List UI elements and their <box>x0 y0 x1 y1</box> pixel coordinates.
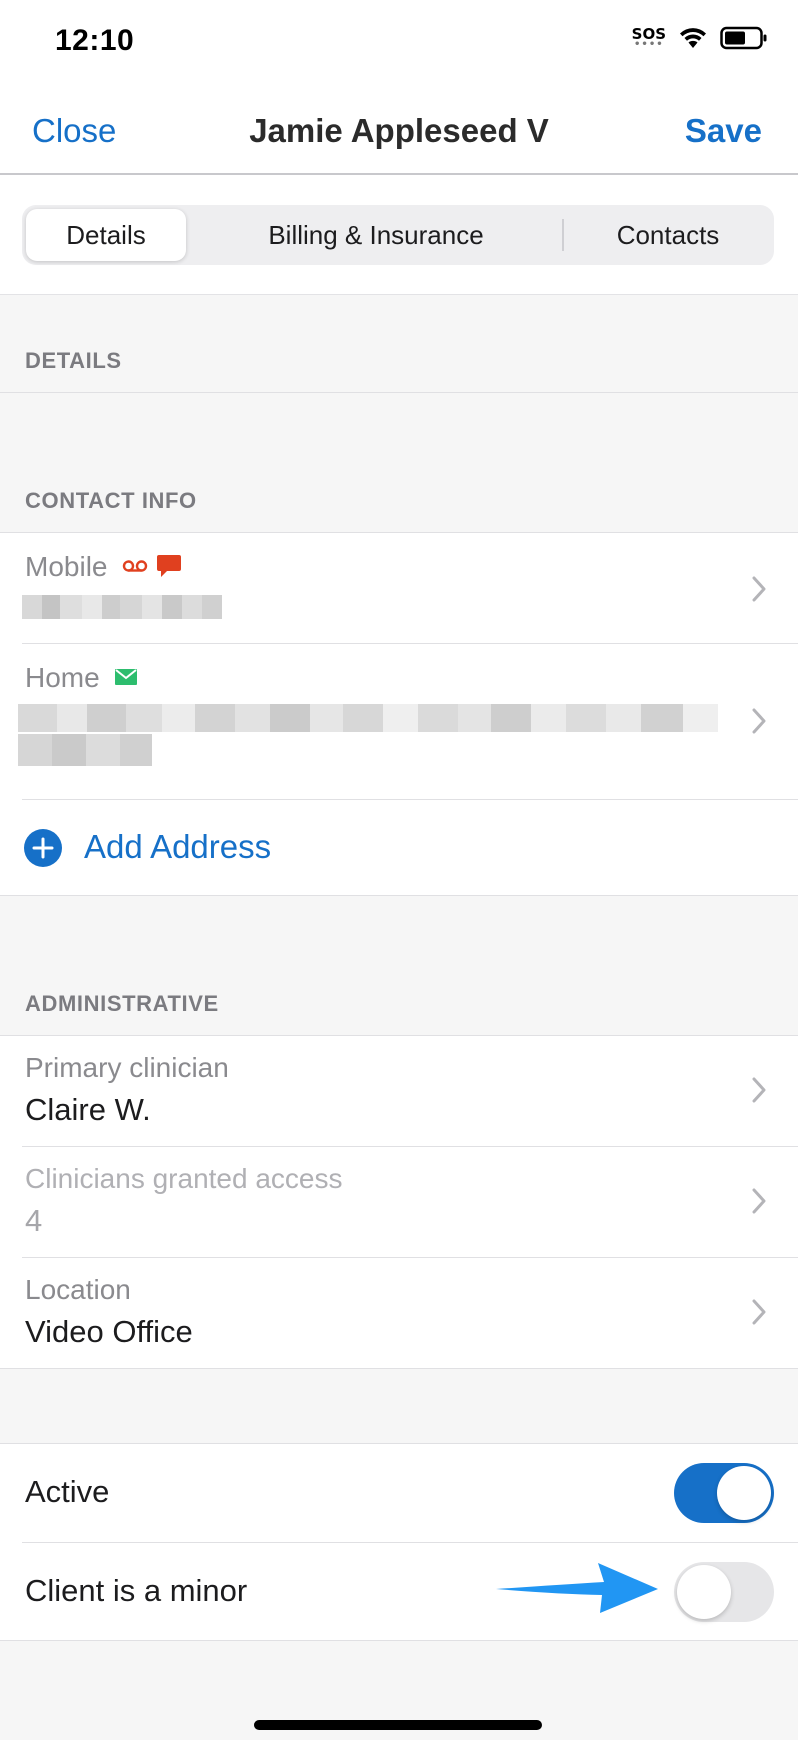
redacted-address-line-1 <box>18 704 719 732</box>
mobile-label: Mobile <box>25 551 108 582</box>
status-bar: 12:10 SOS •••• <box>0 0 798 82</box>
active-label: Active <box>25 1474 110 1509</box>
home-indicator <box>254 1720 542 1730</box>
row-client-minor: Client is a minor <box>0 1543 798 1641</box>
wifi-icon <box>680 28 706 48</box>
add-address-label: Add Address <box>84 828 272 865</box>
toggles-group: Active Client is a minor <box>0 1443 798 1641</box>
divider <box>0 392 798 393</box>
add-address-button[interactable]: Add Address <box>0 800 798 896</box>
segmented-control-area: Details Billing & Insurance Contacts <box>0 175 798 295</box>
voicemail-icon <box>122 560 148 572</box>
client-minor-toggle[interactable] <box>674 1562 774 1622</box>
status-indicators: SOS •••• <box>632 26 768 50</box>
save-button[interactable]: Save <box>685 112 762 150</box>
row-active: Active <box>0 1444 798 1542</box>
section-header-contact-info: CONTACT INFO <box>25 488 197 513</box>
tab-details[interactable]: Details <box>26 209 186 261</box>
row-primary-clinician[interactable]: Primary clinician Claire W. <box>0 1036 798 1146</box>
contact-row-home[interactable]: Home <box>0 644 798 799</box>
row-location[interactable]: Location Video Office <box>0 1258 798 1368</box>
location-value: Video Office <box>25 1314 193 1349</box>
contact-info-group: Mobile Home Add Address <box>0 532 798 896</box>
location-label: Location <box>25 1274 131 1305</box>
section-header-details: DETAILS <box>25 348 122 373</box>
row-clinicians-granted-access[interactable]: Clinicians granted access 4 <box>0 1147 798 1257</box>
toggle-knob <box>717 1466 771 1520</box>
segmented-control: Details Billing & Insurance Contacts <box>22 205 774 265</box>
primary-clinician-value: Claire W. <box>25 1092 151 1127</box>
toggle-knob <box>677 1565 731 1619</box>
active-toggle[interactable] <box>674 1463 774 1523</box>
arrow-right-icon <box>496 1563 658 1613</box>
battery-icon <box>720 26 767 50</box>
chevron-right-icon <box>752 1188 766 1214</box>
client-minor-label: Client is a minor <box>25 1573 248 1608</box>
primary-clinician-label: Primary clinician <box>25 1052 229 1083</box>
sos-indicator: SOS •••• <box>631 24 666 50</box>
chevron-right-icon <box>752 1299 766 1325</box>
redacted-address-line-2 <box>18 734 152 766</box>
tab-billing-insurance[interactable]: Billing & Insurance <box>192 209 560 261</box>
clinicians-access-value: 4 <box>25 1203 43 1238</box>
add-circle-icon <box>24 829 62 867</box>
email-icon <box>115 669 137 685</box>
section-header-administrative: ADMINISTRATIVE <box>25 991 219 1016</box>
redacted-phone <box>22 595 222 619</box>
page-title: Jamie Appleseed V <box>249 112 549 149</box>
nav-bar: Close Jamie Appleseed V Save <box>0 82 798 175</box>
chevron-right-icon <box>752 576 766 602</box>
chevron-right-icon <box>752 708 766 734</box>
tab-contacts[interactable]: Contacts <box>566 209 770 261</box>
administrative-group: Primary clinician Claire W. Clinicians g… <box>0 1035 798 1369</box>
contact-row-mobile[interactable]: Mobile <box>0 533 798 643</box>
segment-divider <box>562 219 564 251</box>
chevron-right-icon <box>752 1077 766 1103</box>
sms-icon <box>157 555 181 577</box>
status-time: 12:10 <box>55 24 135 57</box>
clinicians-access-label: Clinicians granted access <box>25 1163 343 1194</box>
home-label: Home <box>25 662 100 693</box>
